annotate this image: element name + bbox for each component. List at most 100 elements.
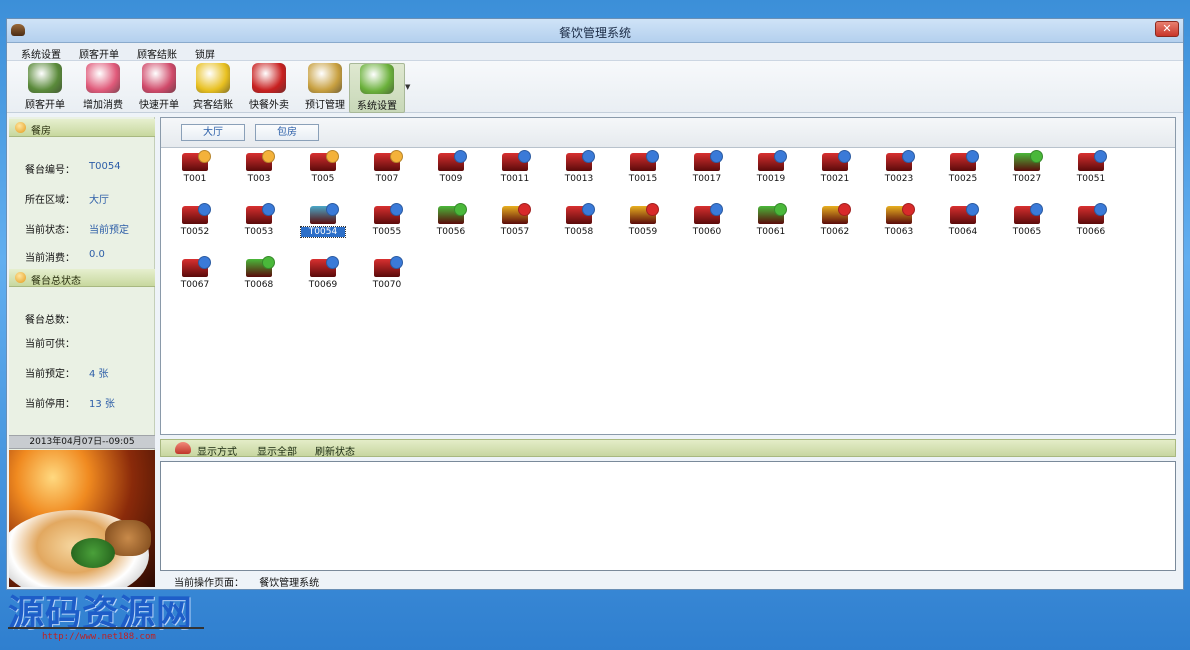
dining-table[interactable]: T0070: [365, 255, 409, 299]
dining-table[interactable]: T0058: [557, 202, 601, 246]
table-free-icon: [502, 150, 531, 171]
dining-table[interactable]: T0052: [173, 202, 217, 246]
dining-table[interactable]: T0015: [621, 149, 665, 193]
dining-table[interactable]: T0027: [1005, 149, 1049, 193]
dining-table[interactable]: T0063: [877, 202, 921, 246]
menu-bar: 系统设置 顾客开单 顾客结账 锁屏: [7, 43, 1183, 61]
bullet-icon: [15, 122, 26, 133]
dining-table[interactable]: T0057: [493, 202, 537, 246]
dining-table[interactable]: T0064: [941, 202, 985, 246]
dining-table[interactable]: T0060: [685, 202, 729, 246]
dining-table[interactable]: T0069: [301, 255, 345, 299]
money-arrow-icon: [196, 63, 230, 93]
table-id-label: T0011: [500, 174, 530, 184]
table-free-icon: [310, 203, 339, 224]
dining-table[interactable]: T001: [173, 149, 217, 193]
toolbar-more-icon[interactable]: ▼: [405, 83, 410, 91]
dining-table[interactable]: T005: [301, 149, 345, 193]
toolbar-button-label: 顾客开单: [25, 100, 65, 111]
dining-table[interactable]: T0055: [365, 202, 409, 246]
table-id-label: T0058: [564, 227, 594, 237]
dining-table[interactable]: T0054: [300, 202, 346, 246]
dining-table[interactable]: T0025: [941, 149, 985, 193]
info-value: 13 张: [89, 399, 115, 410]
table-id-label: T0051: [1076, 174, 1106, 184]
status-value: 餐饮管理系统: [259, 578, 320, 589]
table-grid: T001 T003 T005 T007 T009 T0011 T0013 T0015 T0017…: [161, 149, 1175, 434]
left-info-panel: 餐房 餐台编号： T0054 所在区域： 大厅 当前状态： 当前预定 当前消费： 0.0 餐台…: [9, 117, 155, 587]
toolbar-button-7[interactable]: 系统设置: [349, 63, 405, 113]
table-free-icon: [566, 203, 595, 224]
table-id-label: T0063: [884, 227, 914, 237]
dining-table[interactable]: T0011: [493, 149, 537, 193]
table-id-label: T0060: [692, 227, 722, 237]
table-available-icon: [438, 203, 467, 224]
dining-table[interactable]: T0019: [749, 149, 793, 193]
dining-table[interactable]: T0017: [685, 149, 729, 193]
dining-table[interactable]: T0059: [621, 202, 665, 246]
dining-table[interactable]: T0021: [813, 149, 857, 193]
table-id-label: T0015: [628, 174, 658, 184]
info-label: 当前停用：: [25, 399, 75, 410]
toolbar-button-label: 快餐外卖: [249, 100, 289, 111]
dining-table[interactable]: T0061: [749, 202, 793, 246]
display-mode-button[interactable]: 显示方式: [197, 443, 237, 458]
dining-table[interactable]: T0065: [1005, 202, 1049, 246]
table-free-icon: [438, 150, 467, 171]
table-free-icon: [950, 203, 979, 224]
area-tabs: 大厅 包房: [161, 118, 1175, 148]
toolbar-button-3[interactable]: 快速开单: [131, 63, 187, 113]
dining-table[interactable]: T0053: [237, 202, 281, 246]
gears-icon: [360, 64, 394, 94]
tab-private-room[interactable]: 包房: [255, 124, 319, 141]
close-button[interactable]: ✕: [1155, 21, 1179, 37]
table-id-label: T005: [311, 174, 335, 184]
info-label: 所在区域：: [25, 195, 75, 206]
dining-table[interactable]: T0067: [173, 255, 217, 299]
tab-hall[interactable]: 大厅: [181, 124, 245, 141]
menu-system-settings[interactable]: 系统设置: [21, 46, 61, 61]
info-label: 当前状态：: [25, 225, 75, 236]
datetime-display: 2013年04月07日--09:05: [9, 435, 155, 449]
dining-table[interactable]: T0013: [557, 149, 601, 193]
table-id-label: T0068: [244, 280, 274, 290]
menu-customer-order[interactable]: 顾客开单: [79, 46, 119, 61]
dining-table[interactable]: T0066: [1069, 202, 1113, 246]
dining-table[interactable]: T0023: [877, 149, 921, 193]
table-id-label: T0021: [820, 174, 850, 184]
toolbar-button-4[interactable]: 宾客结账: [185, 63, 241, 113]
title-bar: 餐饮管理系统 ✕: [7, 19, 1183, 43]
dining-table[interactable]: T003: [237, 149, 281, 193]
table-id-label: T0055: [372, 227, 402, 237]
toolbar-button-5[interactable]: 快餐外卖: [241, 63, 297, 113]
table-id-label: T0067: [180, 280, 210, 290]
dining-table[interactable]: T0051: [1069, 149, 1113, 193]
table-id-label: T007: [375, 174, 399, 184]
toolbar-button-1[interactable]: 顾客开单: [17, 63, 73, 113]
telephone-icon: [175, 442, 191, 454]
takeout-bowl-icon: [252, 63, 286, 93]
menu-customer-checkout[interactable]: 顾客结账: [137, 46, 177, 61]
dining-table[interactable]: T007: [365, 149, 409, 193]
status-bar: 当前操作页面： 餐饮管理系统: [174, 574, 319, 589]
log-area[interactable]: [160, 461, 1176, 571]
table-id-label: T0069: [308, 280, 338, 290]
info-label: 餐台编号：: [25, 165, 75, 176]
info-value: T0054: [89, 161, 121, 172]
table-id-label: T0061: [756, 227, 786, 237]
toolbar-button-2[interactable]: 增加消费: [75, 63, 131, 113]
toolbar-button-label: 系统设置: [357, 101, 397, 112]
dining-table[interactable]: T009: [429, 149, 473, 193]
dining-table[interactable]: T0068: [237, 255, 281, 299]
dining-table[interactable]: T0062: [813, 202, 857, 246]
table-id-label: T0059: [628, 227, 658, 237]
toolbar-button-6[interactable]: 预订管理: [297, 63, 353, 113]
table-id-label: T0070: [372, 280, 402, 290]
table-free-icon: [1078, 150, 1107, 171]
menu-lock-screen[interactable]: 锁屏: [195, 46, 215, 61]
window-title: 餐饮管理系统: [558, 26, 631, 40]
dining-table[interactable]: T0056: [429, 202, 473, 246]
refresh-status-button[interactable]: 刷新状态: [315, 443, 355, 458]
table-reserved-icon: [182, 150, 211, 171]
show-all-button[interactable]: 显示全部: [257, 443, 297, 458]
